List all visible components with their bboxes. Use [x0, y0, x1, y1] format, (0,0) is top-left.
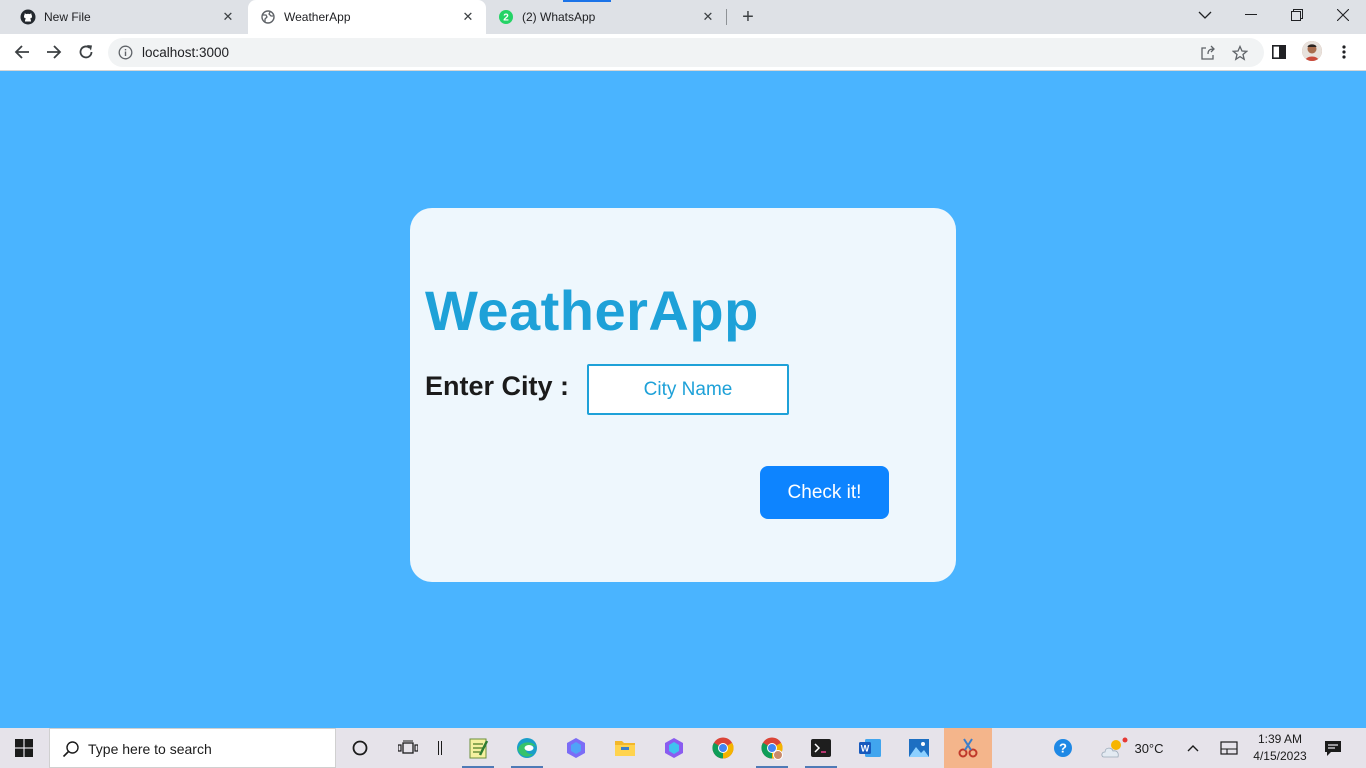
browser-toolbar: localhost:3000 — [0, 34, 1366, 71]
back-icon[interactable] — [9, 39, 35, 65]
file-explorer-icon[interactable] — [601, 728, 649, 768]
partly-cloudy-icon — [1100, 737, 1128, 759]
app-title: WeatherApp — [425, 279, 759, 342]
snipping-tool-icon[interactable] — [944, 728, 992, 768]
weather-card: WeatherApp Enter City : Check it! — [410, 208, 956, 582]
page-body: WeatherApp Enter City : Check it! — [0, 71, 1366, 728]
forward-icon[interactable] — [41, 39, 67, 65]
profile-avatar[interactable] — [1302, 41, 1322, 61]
svg-text:?: ? — [1059, 741, 1067, 756]
word-icon[interactable]: W — [846, 728, 894, 768]
tab-divider — [726, 9, 727, 25]
city-label: Enter City : — [425, 371, 570, 401]
close-icon[interactable]: ✕ — [700, 9, 716, 25]
notepad-plus-icon[interactable] — [454, 728, 502, 768]
copilot-alt-icon[interactable] — [650, 728, 698, 768]
reload-icon[interactable] — [73, 39, 99, 65]
check-button[interactable]: Check it! — [760, 466, 889, 519]
photos-icon[interactable] — [895, 728, 943, 768]
tab-new-file[interactable]: New File ✕ — [0, 0, 246, 34]
url-text: localhost:3000 — [142, 45, 230, 60]
city-input[interactable] — [587, 364, 789, 415]
address-bar[interactable]: localhost:3000 — [108, 38, 1264, 67]
minimize-icon[interactable] — [1228, 0, 1274, 30]
notifications-icon[interactable] — [1318, 728, 1348, 768]
tab-strip: New File ✕ WeatherApp ✕ 2 (2) WhatsApp ✕… — [0, 0, 1366, 34]
chrome-icon[interactable] — [699, 728, 747, 768]
chrome-profile-icon[interactable] — [748, 728, 796, 768]
clock-time: 1:39 AM — [1257, 732, 1303, 746]
svg-text:W: W — [861, 744, 870, 754]
taskbar: Type here to search W ? 30°C 1:39 AM 4/1… — [0, 728, 1366, 768]
close-icon[interactable]: ✕ — [460, 9, 476, 25]
chevron-up-icon[interactable] — [1180, 728, 1206, 768]
site-info-icon[interactable] — [118, 45, 133, 60]
tab-weatherapp[interactable]: WeatherApp ✕ — [248, 0, 486, 34]
help-icon[interactable]: ? — [1046, 728, 1080, 768]
close-icon[interactable]: ✕ — [220, 9, 236, 25]
tab-label: New File — [44, 10, 91, 24]
weather-temp: 30°C — [1134, 740, 1164, 756]
bookmark-star-icon[interactable] — [1232, 45, 1248, 61]
tab-label: WeatherApp — [284, 10, 351, 24]
loading-indicator — [563, 0, 611, 2]
whatsapp-icon: 2 — [498, 9, 514, 25]
tab-whatsapp[interactable]: 2 (2) WhatsApp ✕ — [488, 0, 726, 34]
share-icon[interactable] — [1200, 45, 1216, 61]
windows-start-icon[interactable] — [0, 728, 48, 768]
keyboard-icon[interactable] — [1214, 728, 1244, 768]
terminal-icon[interactable] — [797, 728, 845, 768]
svg-text:2: 2 — [503, 13, 509, 24]
tab-search-icon[interactable] — [1182, 0, 1228, 30]
side-panel-icon[interactable] — [1269, 42, 1289, 62]
tab-label: (2) WhatsApp — [522, 10, 596, 24]
new-tab-icon[interactable]: + — [736, 5, 760, 29]
cortana-icon[interactable] — [336, 728, 384, 768]
github-icon — [20, 9, 36, 25]
more-menu-icon[interactable] — [1334, 42, 1354, 62]
globe-icon — [260, 9, 276, 25]
clock-date: 4/15/2023 — [1253, 749, 1307, 763]
clock[interactable]: 1:39 AM 4/15/2023 — [1246, 731, 1314, 765]
edge-icon[interactable] — [503, 728, 551, 768]
search-icon — [62, 740, 80, 758]
close-window-icon[interactable] — [1320, 0, 1366, 30]
copilot-icon[interactable] — [552, 728, 600, 768]
restore-icon[interactable] — [1274, 0, 1320, 30]
weather-widget[interactable]: 30°C — [1096, 728, 1168, 768]
search-placeholder: Type here to search — [88, 741, 212, 757]
taskbar-search[interactable]: Type here to search — [49, 728, 336, 768]
